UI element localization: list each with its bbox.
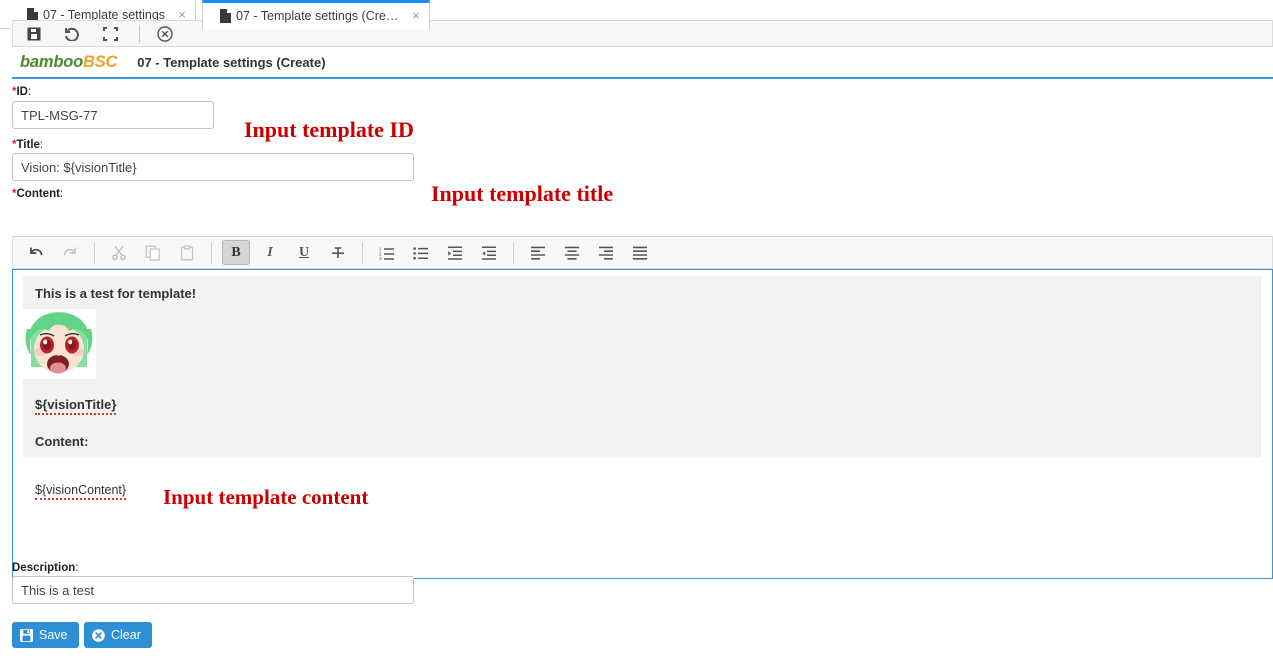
underline-icon[interactable]: U bbox=[290, 240, 318, 265]
annotation-input-template-title: Input template title bbox=[431, 181, 614, 206]
paste-icon[interactable] bbox=[173, 240, 201, 265]
doc-heading-band: This is a test for template! bbox=[23, 276, 1261, 309]
logo-text-primary: bamboo bbox=[20, 52, 83, 71]
italic-icon[interactable]: I bbox=[256, 240, 284, 265]
toolbar-separator bbox=[513, 241, 514, 264]
close-circle-icon bbox=[92, 628, 105, 642]
browser-tab-1[interactable]: 07 - Template settings (Create) × bbox=[202, 0, 430, 29]
title-field-label: *Title: bbox=[12, 139, 43, 151]
doc-image-band bbox=[23, 309, 1261, 387]
save-icon[interactable] bbox=[23, 24, 45, 44]
align-right-icon[interactable] bbox=[592, 240, 620, 265]
doc-variable-title-row: ${visionTitle} bbox=[35, 387, 1249, 424]
save-button-label: Save bbox=[39, 628, 68, 642]
toolbar-separator bbox=[362, 241, 363, 264]
page-title: 07 - Template settings (Create) bbox=[137, 54, 326, 70]
doc-variable-content: ${visionContent} bbox=[35, 483, 127, 500]
strikethrough-icon[interactable] bbox=[324, 240, 352, 265]
toolbar-separator bbox=[94, 241, 95, 264]
floppy-disk-icon bbox=[20, 628, 33, 642]
description-input[interactable] bbox=[12, 576, 414, 604]
app-header: bambooBSC 07 - Template settings (Create… bbox=[12, 47, 1273, 79]
app-logo: bambooBSC bbox=[20, 53, 117, 72]
document-icon bbox=[219, 9, 231, 23]
refresh-icon[interactable] bbox=[61, 24, 83, 44]
numbered-list-icon[interactable]: 123 bbox=[373, 240, 401, 265]
expand-icon[interactable] bbox=[99, 24, 121, 44]
annotation-input-template-id: Input template ID bbox=[244, 117, 414, 142]
content-label-text: Content bbox=[16, 188, 60, 200]
doc-content-label: Content: bbox=[35, 434, 89, 449]
toolbar-separator bbox=[211, 241, 212, 264]
logo-text-secondary: BSC bbox=[82, 52, 118, 71]
title-input[interactable] bbox=[12, 153, 414, 181]
toolbar-separator bbox=[139, 24, 140, 43]
close-icon[interactable]: × bbox=[409, 9, 423, 23]
id-input[interactable] bbox=[12, 101, 214, 129]
align-justify-icon[interactable] bbox=[626, 240, 654, 265]
anime-character-image bbox=[23, 309, 96, 379]
align-left-icon[interactable] bbox=[524, 240, 552, 265]
description-field-label: Description: bbox=[12, 562, 78, 574]
svg-text:3: 3 bbox=[379, 256, 382, 261]
copy-icon[interactable] bbox=[139, 240, 167, 265]
editor-toolbar: B I U 123 bbox=[12, 236, 1273, 269]
indent-decrease-icon[interactable] bbox=[475, 240, 503, 265]
content-field-label: *Content: bbox=[12, 188, 63, 200]
description-label-colon: : bbox=[75, 562, 79, 574]
title-label-colon: : bbox=[39, 139, 44, 151]
doc-variable-title-band: ${visionTitle} bbox=[23, 387, 1261, 424]
content-label-colon: : bbox=[59, 188, 64, 200]
save-button[interactable]: Save bbox=[12, 622, 79, 648]
bold-icon[interactable]: B bbox=[222, 240, 250, 265]
bulleted-list-icon[interactable] bbox=[407, 240, 435, 265]
id-field-label: *ID: bbox=[12, 86, 31, 98]
undo-icon[interactable] bbox=[22, 240, 50, 265]
doc-heading: This is a test for template! bbox=[35, 286, 197, 301]
browser-tab-label: 07 - Template settings (Create) bbox=[236, 9, 401, 23]
cut-icon[interactable] bbox=[105, 240, 133, 265]
application-viewport: bambooBSC 07 - Template settings (Create… bbox=[0, 20, 1273, 660]
id-label-colon: : bbox=[27, 86, 32, 98]
id-label-text: ID bbox=[16, 86, 28, 98]
content-editor[interactable]: This is a test for template! ${visionTit… bbox=[12, 269, 1273, 579]
indent-increase-icon[interactable] bbox=[441, 240, 469, 265]
annotation-input-template-content: Input template content bbox=[163, 485, 369, 509]
doc-content-label-band: Content: bbox=[23, 424, 1261, 457]
description-label-text: Description bbox=[12, 562, 76, 574]
redo-icon[interactable] bbox=[56, 240, 84, 265]
align-center-icon[interactable] bbox=[558, 240, 586, 265]
title-label-text: Title bbox=[16, 139, 40, 151]
close-circle-icon[interactable] bbox=[154, 24, 176, 44]
doc-variable-title: ${visionTitle} bbox=[35, 397, 117, 415]
clear-button[interactable]: Clear bbox=[84, 622, 152, 648]
clear-button-label: Clear bbox=[111, 628, 141, 642]
